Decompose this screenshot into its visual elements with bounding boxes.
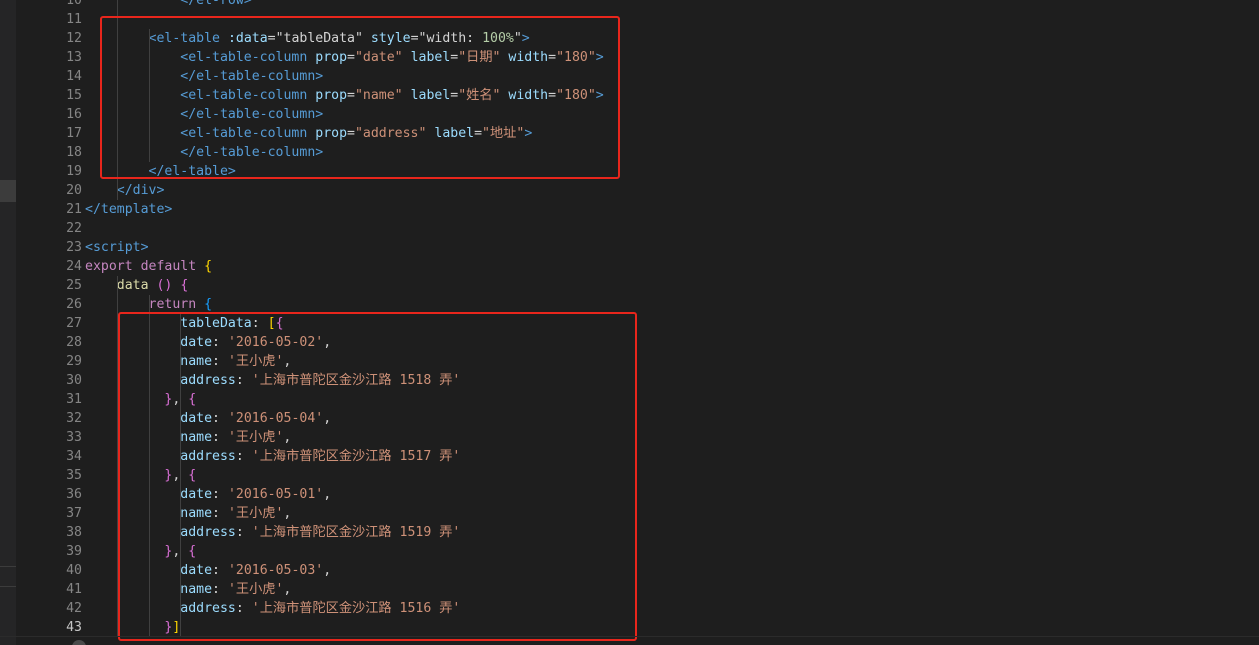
line-number: 17 bbox=[66, 126, 82, 141]
code-line[interactable]: </template> bbox=[85, 200, 172, 219]
line-number: 32 bbox=[66, 411, 82, 426]
line-number: 16 bbox=[66, 107, 82, 122]
status-indicator-icon bbox=[72, 640, 86, 645]
code-token: { bbox=[204, 297, 213, 312]
line-number: 33 bbox=[66, 430, 82, 445]
code-token: data bbox=[116, 278, 149, 293]
line-number: 29 bbox=[66, 354, 82, 369]
line-number: 35 bbox=[66, 468, 82, 483]
line-number: 28 bbox=[66, 335, 82, 350]
code-token: > bbox=[243, 0, 252, 8]
line-number: 21 bbox=[66, 202, 82, 217]
line-number: 11 bbox=[66, 12, 82, 27]
line-number: 24 bbox=[66, 259, 82, 274]
line-number: 39 bbox=[66, 544, 82, 559]
line-number: 42 bbox=[66, 601, 82, 616]
line-number: 36 bbox=[66, 487, 82, 502]
line-number: 12 bbox=[66, 31, 82, 46]
line-number: 22 bbox=[66, 221, 82, 236]
code-line[interactable]: export default { bbox=[85, 257, 212, 276]
activity-divider bbox=[0, 566, 16, 567]
line-number: 30 bbox=[66, 373, 82, 388]
line-number: 40 bbox=[66, 563, 82, 578]
line-number-gutter: 10 11 12 13 14 15 16 17 18 19 20 21 22 23 24 25 26 27 28 29… bbox=[16, 0, 82, 645]
line-number: 20 bbox=[66, 183, 82, 198]
code-token: return bbox=[148, 297, 197, 312]
activity-indicator[interactable] bbox=[0, 180, 16, 202]
highlight-box-template bbox=[100, 16, 620, 179]
line-number: 43 bbox=[66, 620, 82, 635]
code-token: default bbox=[132, 259, 205, 274]
code-token: </template> bbox=[85, 202, 173, 217]
highlight-box-script bbox=[118, 312, 637, 641]
line-number: 10 bbox=[66, 0, 82, 8]
line-number: 15 bbox=[66, 88, 82, 103]
line-number: 31 bbox=[66, 392, 82, 407]
panel-divider bbox=[0, 636, 1259, 637]
code-token: el-row bbox=[196, 0, 244, 8]
line-number: 37 bbox=[66, 506, 82, 521]
line-number: 14 bbox=[66, 69, 82, 84]
line-number: 27 bbox=[66, 316, 82, 331]
code-token: <script> bbox=[85, 240, 149, 255]
code-token: </ bbox=[180, 0, 197, 8]
line-number: 19 bbox=[66, 164, 82, 179]
code-line[interactable]: </el-row> bbox=[85, 0, 252, 10]
code-token: () bbox=[156, 278, 173, 293]
line-number: 34 bbox=[66, 449, 82, 464]
code-line[interactable]: </div> bbox=[85, 181, 165, 200]
code-line[interactable]: data () { bbox=[85, 276, 189, 295]
line-number: 18 bbox=[66, 145, 82, 160]
line-number: 41 bbox=[66, 582, 82, 597]
line-number: 26 bbox=[66, 297, 82, 312]
line-number: 23 bbox=[66, 240, 82, 255]
line-number: 25 bbox=[66, 278, 82, 293]
activity-bar bbox=[0, 0, 16, 645]
code-token: export bbox=[85, 259, 133, 274]
code-line[interactable]: <script> bbox=[85, 238, 149, 257]
code-token: { bbox=[180, 278, 189, 293]
code-token: </div> bbox=[116, 183, 165, 198]
line-number: 38 bbox=[66, 525, 82, 540]
activity-divider-2 bbox=[0, 586, 16, 587]
code-token: { bbox=[204, 259, 213, 274]
line-number: 13 bbox=[66, 50, 82, 65]
